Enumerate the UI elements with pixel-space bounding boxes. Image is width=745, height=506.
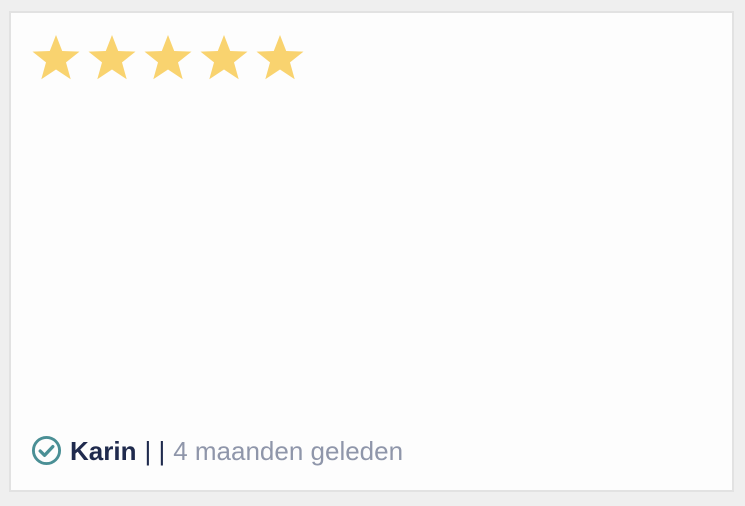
review-card: Karin | | 4 maanden geleden (9, 11, 734, 492)
star-icon (199, 34, 249, 82)
star-icon (87, 34, 137, 82)
star-rating (31, 34, 305, 82)
separator: | | (144, 435, 166, 466)
star-icon (255, 34, 305, 82)
star-icon (31, 34, 81, 82)
review-footer: Karin | | 4 maanden geleden (31, 435, 403, 466)
check-circle-icon (31, 435, 62, 466)
star-icon (143, 34, 193, 82)
author-name: Karin (70, 435, 137, 466)
review-time: 4 maanden geleden (173, 435, 404, 466)
